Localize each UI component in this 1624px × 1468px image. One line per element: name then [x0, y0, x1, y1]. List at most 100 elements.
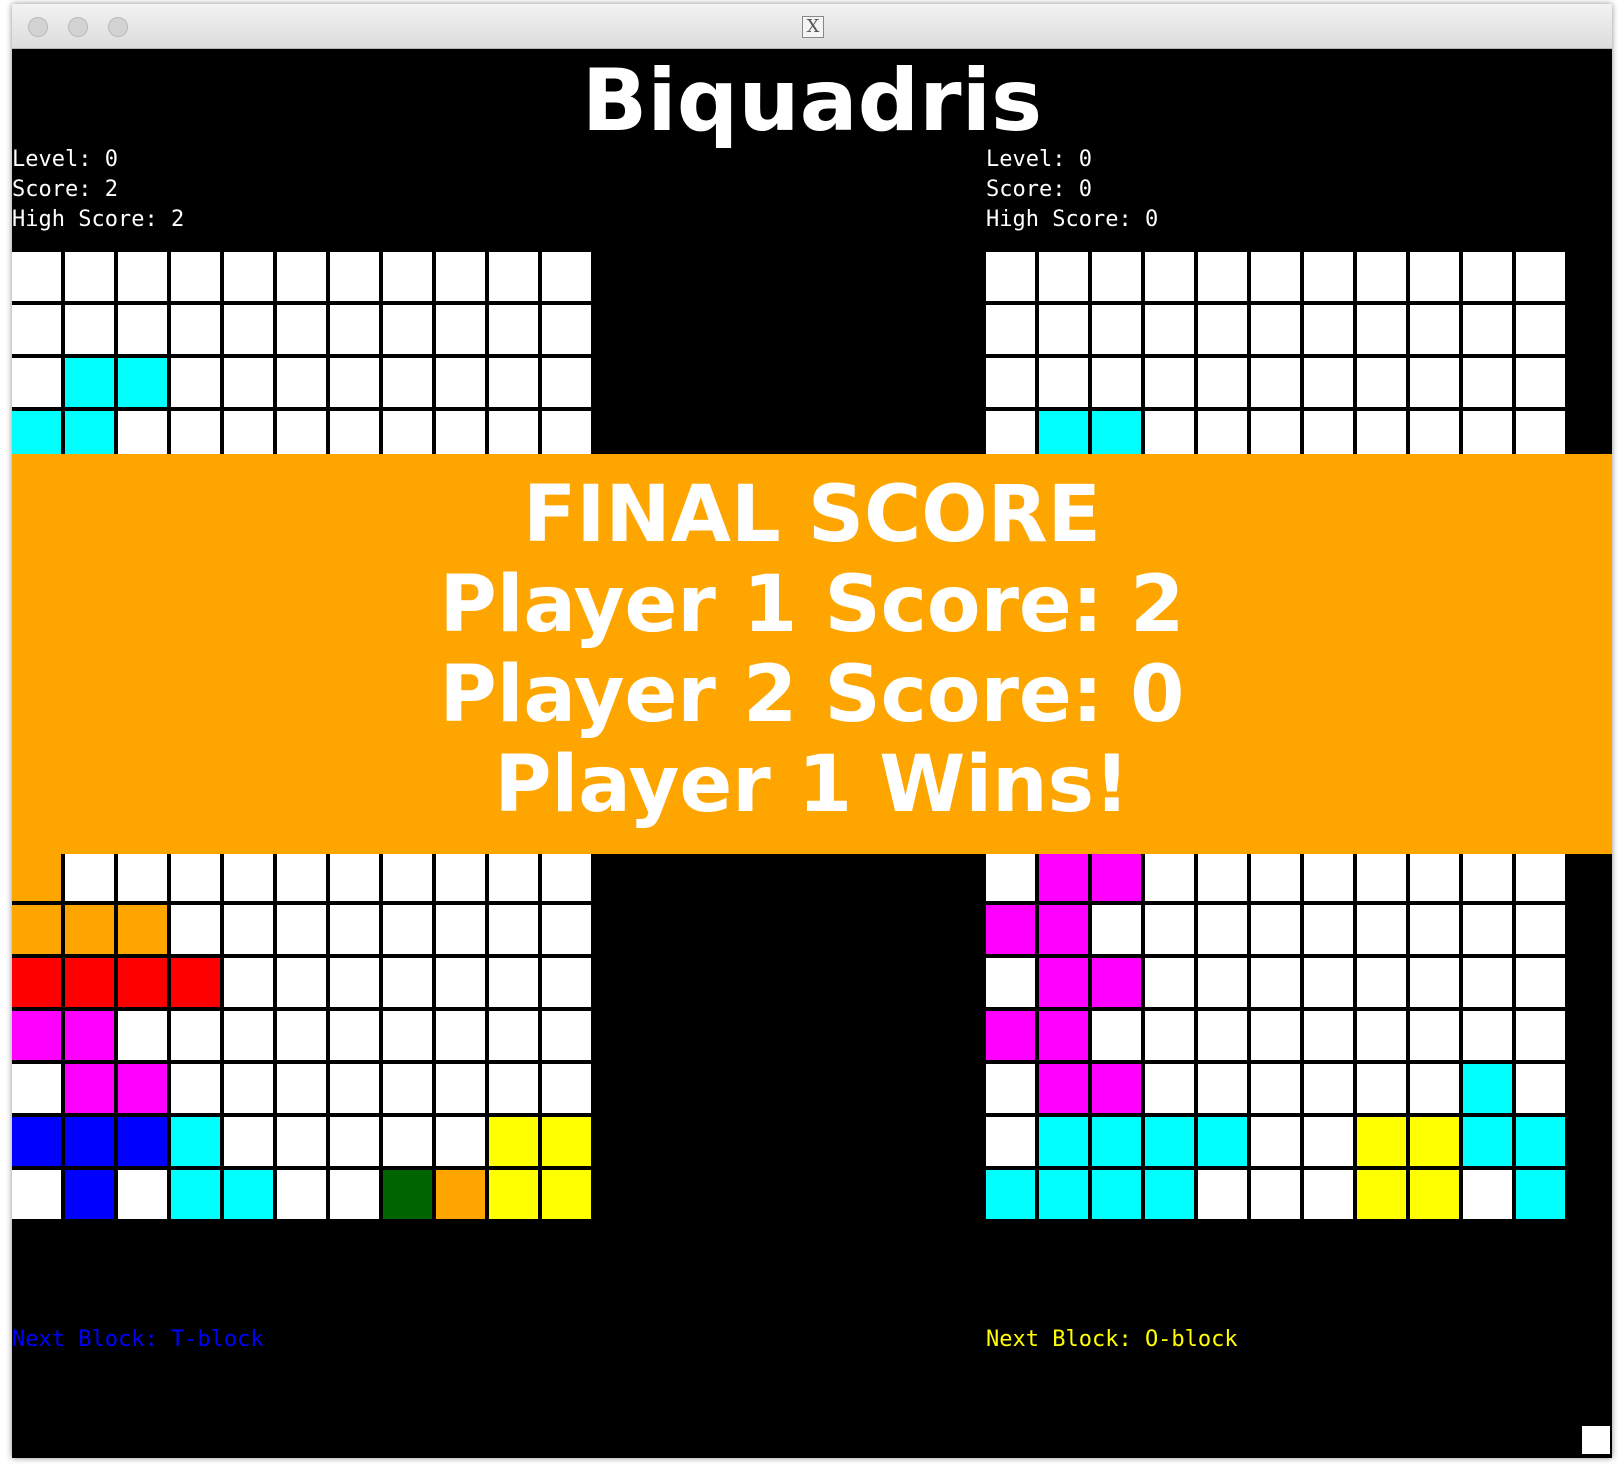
board-cell-empty	[277, 1064, 326, 1113]
board-cell-empty	[330, 305, 379, 354]
board-cell-empty	[986, 1117, 1035, 1166]
board-cell-cyan	[1198, 1117, 1247, 1166]
board-cell-cyan	[1039, 1117, 1088, 1166]
board-cell-empty	[489, 252, 538, 301]
board-cell-magenta	[1039, 905, 1088, 954]
board-cell-magenta	[1092, 958, 1141, 1007]
board-cell-empty	[1463, 905, 1512, 954]
board-cell-red	[65, 958, 114, 1007]
board-cell-empty	[277, 1117, 326, 1166]
board-cell-empty	[383, 252, 432, 301]
close-button[interactable]	[28, 17, 48, 37]
board-cell-empty	[1251, 852, 1300, 901]
player1-next-block: Next Block: T-block	[12, 1327, 264, 1352]
board-cell-empty	[224, 958, 273, 1007]
minimize-button[interactable]	[68, 17, 88, 37]
board-cell-cyan	[1039, 411, 1088, 460]
board-cell-yellow	[1410, 1117, 1459, 1166]
board-cell-yellow	[1357, 1170, 1406, 1219]
board-cell-red	[118, 958, 167, 1007]
board-cell-empty	[489, 358, 538, 407]
player1-final-score: Player 1 Score: 2	[439, 560, 1185, 650]
board-cell-magenta	[65, 1064, 114, 1113]
board-cell-empty	[383, 358, 432, 407]
board-cell-cyan	[1092, 1117, 1141, 1166]
board-cell-empty	[383, 958, 432, 1007]
board-cell-empty	[1092, 905, 1141, 954]
title-bar[interactable]: X	[12, 4, 1612, 49]
board-cell-yellow	[1357, 1117, 1406, 1166]
player2-final-score: Player 2 Score: 0	[439, 650, 1185, 740]
board-cell-red	[171, 958, 220, 1007]
board-cell-empty	[1145, 305, 1194, 354]
board-cell-empty	[277, 358, 326, 407]
player2-level: Level: 0	[986, 147, 1092, 172]
board-cell-empty	[1304, 358, 1353, 407]
board-cell-orange	[12, 905, 61, 954]
board-cell-empty	[330, 905, 379, 954]
board-cell-empty	[1145, 1011, 1194, 1060]
board-cell-empty	[1198, 411, 1247, 460]
board-cell-yellow	[489, 1117, 538, 1166]
board-cell-empty	[383, 905, 432, 954]
board-cell-empty	[65, 852, 114, 901]
board-cell-empty	[1145, 905, 1194, 954]
board-cell-empty	[542, 1011, 591, 1060]
board-cell-empty	[542, 852, 591, 901]
board-cell-empty	[330, 1011, 379, 1060]
board-cell-empty	[489, 305, 538, 354]
board-cell-empty	[1039, 358, 1088, 407]
board-cell-empty	[1304, 1064, 1353, 1113]
board-cell-empty	[224, 1117, 273, 1166]
board-cell-blue	[12, 1117, 61, 1166]
board-cell-empty	[12, 305, 61, 354]
board-cell-empty	[1463, 358, 1512, 407]
board-cell-empty	[1304, 411, 1353, 460]
board-cell-empty	[1092, 305, 1141, 354]
board-cell-empty	[330, 252, 379, 301]
board-cell-empty	[224, 358, 273, 407]
board-cell-cyan	[1463, 1064, 1512, 1113]
board-cell-empty	[330, 1170, 379, 1219]
resize-handle[interactable]	[1582, 1426, 1610, 1454]
board-cell-empty	[277, 411, 326, 460]
board-cell-empty	[224, 411, 273, 460]
board-cell-cyan	[1516, 1117, 1565, 1166]
board-cell-empty	[1251, 252, 1300, 301]
board-cell-magenta	[1039, 958, 1088, 1007]
board-cell-empty	[1463, 1011, 1512, 1060]
board-cell-empty	[1410, 305, 1459, 354]
board-cell-empty	[1463, 305, 1512, 354]
board-cell-empty	[1251, 1064, 1300, 1113]
board-cell-red	[12, 958, 61, 1007]
board-cell-orange	[12, 852, 61, 901]
board-cell-empty	[224, 305, 273, 354]
board-cell-empty	[1304, 1117, 1353, 1166]
player1-level: Level: 0	[12, 147, 118, 172]
board-cell-empty	[224, 1011, 273, 1060]
zoom-button[interactable]	[108, 17, 128, 37]
board-cell-empty	[171, 1011, 220, 1060]
player2-score: Score: 0	[986, 177, 1092, 202]
board-cell-empty	[171, 358, 220, 407]
board-cell-empty	[118, 1011, 167, 1060]
game-title: Biquadris	[581, 51, 1043, 151]
board-cell-empty	[1145, 1064, 1194, 1113]
board-cell-empty	[330, 1117, 379, 1166]
board-cell-empty	[489, 852, 538, 901]
board-cell-empty	[1463, 411, 1512, 460]
board-cell-empty	[1304, 1011, 1353, 1060]
board-cell-magenta	[986, 905, 1035, 954]
board-cell-empty	[489, 411, 538, 460]
board-cell-empty	[542, 358, 591, 407]
board-cell-orange	[118, 905, 167, 954]
board-cell-empty	[436, 852, 485, 901]
board-cell-empty	[383, 1117, 432, 1166]
board-cell-magenta	[1039, 852, 1088, 901]
board-cell-empty	[12, 1064, 61, 1113]
game-canvas[interactable]: Biquadris Level: 0 Score: 2 High Score: …	[12, 49, 1612, 1458]
board-cell-empty	[1198, 1064, 1247, 1113]
board-cell-empty	[1516, 905, 1565, 954]
player1-board-bottom	[12, 852, 591, 1219]
board-cell-cyan	[986, 1170, 1035, 1219]
